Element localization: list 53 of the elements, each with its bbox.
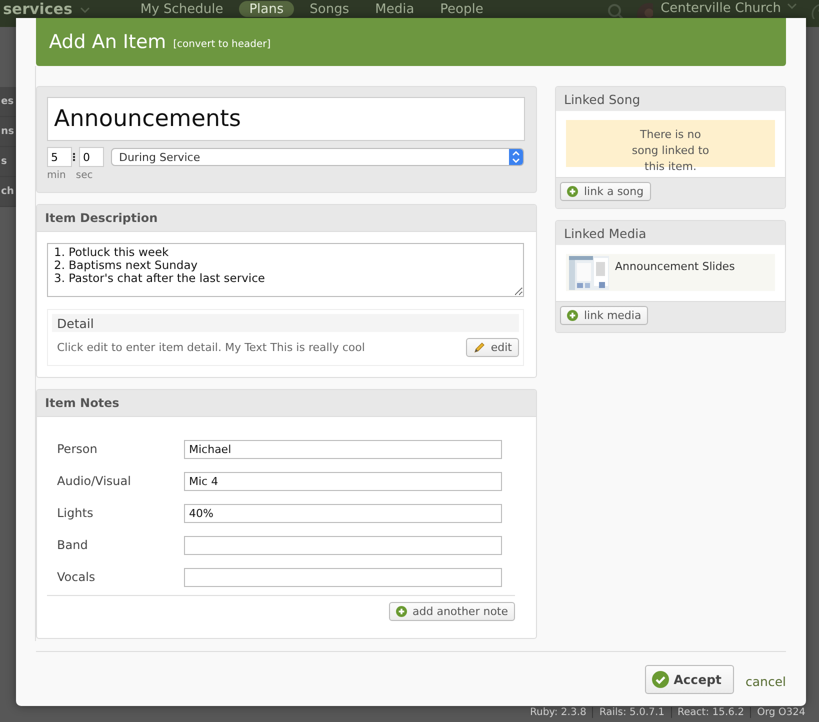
note-field[interactable]: 40% (184, 504, 502, 522)
nav-tab[interactable]: My Schedule (130, 1, 234, 17)
minutes-field[interactable]: 5 (47, 147, 72, 167)
media-item[interactable]: Announcement Slides (566, 254, 775, 291)
unit-label: min (47, 170, 66, 181)
convert-link[interactable]: [convert to header] (173, 39, 271, 50)
plus-icon (567, 186, 578, 197)
nav-tab[interactable]: Plans (239, 1, 294, 17)
seconds-field[interactable]: 0 (78, 147, 104, 167)
plus-icon (396, 606, 406, 617)
description-field[interactable]: 1. Potluck this week 2. Baptisms next Sunday 3. Pastor's chat after the last service (47, 243, 524, 297)
nav-tab[interactable]: Songs (300, 1, 360, 17)
add-note-button[interactable]: add another note (388, 602, 515, 621)
note-field[interactable] (184, 568, 502, 586)
edit-button[interactable]: edit (466, 338, 519, 357)
note-field[interactable]: Mic 4 (184, 472, 502, 490)
panel-title: Linked Song (556, 87, 785, 111)
note-field[interactable]: Michael (184, 440, 502, 458)
accept-button[interactable]: Accept (644, 664, 734, 694)
link-song-button[interactable]: link a song (560, 182, 651, 201)
note-label: Band (57, 538, 89, 552)
version-label: React: 15.6.2 (678, 707, 744, 718)
version-label: Ruby: 2.3.8 (530, 707, 586, 718)
title-field[interactable]: Announcements (47, 97, 525, 141)
media-name: Announcement Slides (615, 260, 735, 273)
cancel-link[interactable]: cancel (746, 674, 786, 688)
link-media-button[interactable]: link media (560, 306, 648, 325)
pencil-icon (472, 342, 485, 354)
panel-title: Linked Media (556, 221, 785, 245)
nav-tab[interactable]: Media (365, 1, 424, 17)
version-label: Org O324 (757, 707, 806, 718)
note-label: Lights (57, 506, 94, 520)
caret-icon (80, 7, 90, 13)
note-label: Vocals (57, 570, 96, 584)
caret-icon (787, 3, 797, 9)
nav-tab[interactable]: People (430, 1, 494, 17)
note-field[interactable] (184, 536, 502, 554)
version-label: Rails: 5.0.7.1 (599, 707, 665, 718)
detail-text: Click edit to enter item detail. My Text This is really cool (57, 341, 365, 354)
select-arrows-icon (509, 149, 523, 165)
panel-title: Item Description (37, 205, 536, 232)
plus-icon (567, 310, 578, 321)
timing-select[interactable]: During Service (110, 148, 524, 166)
note-label: Audio/Visual (57, 474, 132, 488)
note-label: Person (57, 442, 98, 456)
brand-name[interactable]: services (3, 1, 72, 17)
organization-name[interactable]: Centerville Church (660, 1, 781, 17)
detail-title: Detail (52, 314, 519, 332)
search-icon (606, 3, 623, 19)
panel-title: Item Notes (37, 390, 536, 417)
dialog-title: Add An Item (49, 31, 166, 53)
unit-label: sec (76, 170, 93, 181)
check-icon (652, 670, 669, 688)
